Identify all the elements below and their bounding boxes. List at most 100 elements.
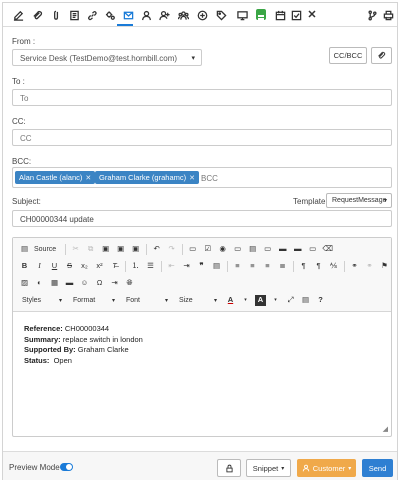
source-button-label[interactable]: Source <box>34 246 56 253</box>
template-select[interactable]: RequestMessage ▾ <box>326 193 392 208</box>
customer-button[interactable]: Customer ▾ <box>297 459 356 477</box>
radio-icon[interactable]: ◉ <box>217 244 228 255</box>
bulleted-list-icon[interactable]: ☰ <box>145 261 156 272</box>
remove-tag-icon[interactable]: ✕ <box>85 174 91 182</box>
underline-icon[interactable]: U <box>49 261 60 272</box>
align-center-icon[interactable]: ≡ <box>247 261 258 272</box>
send-button[interactable]: Send <box>362 459 393 477</box>
button-field-icon[interactable]: ▬ <box>277 244 288 255</box>
team-icon[interactable] <box>176 8 190 22</box>
numbered-list-icon[interactable]: ⒈ <box>130 261 141 272</box>
preview-mode-toggle[interactable] <box>60 463 73 471</box>
align-right-icon[interactable]: ≡ <box>262 261 273 272</box>
hidden-field-icon[interactable]: ▭ <box>307 244 318 255</box>
unlink-icon[interactable]: ⚭ <box>364 261 375 272</box>
to-input[interactable]: To <box>12 89 392 106</box>
paste-word-icon[interactable]: ▣ <box>130 244 141 255</box>
editor-content[interactable]: Reference: CH00000344 Summary: replace s… <box>24 324 143 366</box>
superscript-icon[interactable]: x² <box>94 261 105 272</box>
cut-icon[interactable]: ✂ <box>70 244 81 255</box>
monitor-icon[interactable] <box>235 8 249 22</box>
subject-input[interactable]: CH00000344 update <box>12 210 392 227</box>
redo-icon[interactable]: ↷ <box>166 244 177 255</box>
subscript-icon[interactable]: x₂ <box>79 261 90 272</box>
iframe-icon[interactable]: 🌐︎ <box>124 278 135 289</box>
snippet-button[interactable]: Snippet ▾ <box>246 459 291 477</box>
add-user-icon[interactable] <box>157 8 171 22</box>
remove-format-icon[interactable]: T̶ <box>109 261 120 272</box>
div-container-icon[interactable]: ▤ <box>211 261 222 272</box>
source-icon[interactable]: ▤ <box>19 244 30 255</box>
document-icon[interactable] <box>67 8 81 22</box>
board-icon[interactable] <box>256 9 266 20</box>
ltr-icon[interactable]: ¶ <box>298 261 309 272</box>
italic-icon[interactable]: I <box>34 261 45 272</box>
rtl-icon[interactable]: ¶ <box>313 261 324 272</box>
form-icon[interactable]: ▭ <box>187 244 198 255</box>
user-icon[interactable] <box>139 8 153 22</box>
textarea-icon[interactable]: ▤ <box>247 244 258 255</box>
print-icon[interactable] <box>381 8 395 22</box>
outdent-icon[interactable]: ⇤ <box>166 261 177 272</box>
bold-icon[interactable]: B <box>19 261 30 272</box>
smiley-icon[interactable]: ☺ <box>79 278 90 289</box>
ccbcc-button[interactable]: CC/BCC <box>329 47 367 64</box>
bcc-input[interactable]: Alan Castle (alanc) ✕ Graham Clarke (gra… <box>12 167 392 188</box>
horizontal-line-icon[interactable]: ▬ <box>64 278 75 289</box>
flash-icon[interactable]: ◐ <box>34 278 45 289</box>
chevron-down-icon[interactable]: ▾ <box>270 295 281 306</box>
attach-icon[interactable] <box>49 8 63 22</box>
select-field-icon[interactable]: ▭ <box>262 244 273 255</box>
image-icon[interactable]: ▨ <box>19 278 30 289</box>
undo-icon[interactable]: ↶ <box>151 244 162 255</box>
checkbox-field-icon[interactable]: ☑ <box>202 244 213 255</box>
remove-tag-icon[interactable]: ✕ <box>189 174 195 182</box>
email-icon[interactable] <box>121 8 135 22</box>
lock-button[interactable] <box>217 459 241 477</box>
paperclip-icon[interactable] <box>30 8 44 22</box>
close-icon[interactable]: ✕ <box>305 8 319 22</box>
paste-text-icon[interactable]: ▣ <box>115 244 126 255</box>
format-dropdown[interactable]: Format ▾ <box>70 294 118 306</box>
indent-icon[interactable]: ⇥ <box>181 261 192 272</box>
background-color-icon[interactable]: A <box>255 294 266 306</box>
text-color-icon[interactable]: A <box>225 295 236 306</box>
rich-text-editor[interactable]: ▤ Source ✂ ⧉ ▣ ▣ ▣ ↶ ↷ ▭ ☑ ◉ ▭ ▤ ▭ ▬ ▬ ▭… <box>12 237 392 437</box>
size-dropdown[interactable]: Size ▾ <box>176 294 220 306</box>
blockquote-icon[interactable]: ❞ <box>196 261 207 272</box>
font-dropdown[interactable]: Font ▾ <box>123 294 171 306</box>
table-icon[interactable]: ▦ <box>49 278 60 289</box>
copy-icon[interactable]: ⧉ <box>85 244 96 255</box>
maximize-icon[interactable]: ⤢ <box>285 295 296 306</box>
checkbox-icon[interactable] <box>289 8 303 22</box>
language-icon[interactable]: ⅍ <box>328 261 339 272</box>
paste-icon[interactable]: ▣ <box>100 244 111 255</box>
tag-icon[interactable] <box>214 8 228 22</box>
show-blocks-icon[interactable]: ▤ <box>300 295 311 306</box>
textfield-icon[interactable]: ▭ <box>232 244 243 255</box>
strikethrough-icon[interactable]: S <box>64 261 75 272</box>
link-icon[interactable]: ⚭ <box>349 261 360 272</box>
image-button-icon[interactable]: ▬ <box>292 244 303 255</box>
resize-handle-icon[interactable]: ◢ <box>383 425 388 433</box>
bcc-tag[interactable]: Graham Clarke (grahamc) ✕ <box>95 171 199 184</box>
clear-format-icon[interactable]: ⌫ <box>322 244 333 255</box>
attachment-button[interactable] <box>371 47 392 64</box>
branch-icon[interactable] <box>365 8 379 22</box>
bcc-tag[interactable]: Alan Castle (alanc) ✕ <box>15 171 96 184</box>
chevron-down-icon[interactable]: ▾ <box>240 295 251 306</box>
anchor-icon[interactable]: ⚑ <box>379 261 390 272</box>
from-select[interactable]: Service Desk (TestDemo@test.hornbill.com… <box>12 49 202 66</box>
edit-icon[interactable] <box>11 8 25 22</box>
calendar-icon[interactable] <box>273 8 287 22</box>
plus-circle-icon[interactable] <box>195 8 209 22</box>
justify-icon[interactable]: ≣ <box>277 261 288 272</box>
page-break-icon[interactable]: ⇥ <box>109 278 120 289</box>
link-icon[interactable] <box>85 8 99 22</box>
gears-icon[interactable] <box>103 8 117 22</box>
styles-dropdown[interactable]: Styles ▾ <box>19 294 65 306</box>
help-icon[interactable]: ? <box>315 295 326 306</box>
special-char-icon[interactable]: Ω <box>94 278 105 289</box>
align-left-icon[interactable]: ≡ <box>232 261 243 272</box>
cc-input[interactable]: CC <box>12 129 392 146</box>
